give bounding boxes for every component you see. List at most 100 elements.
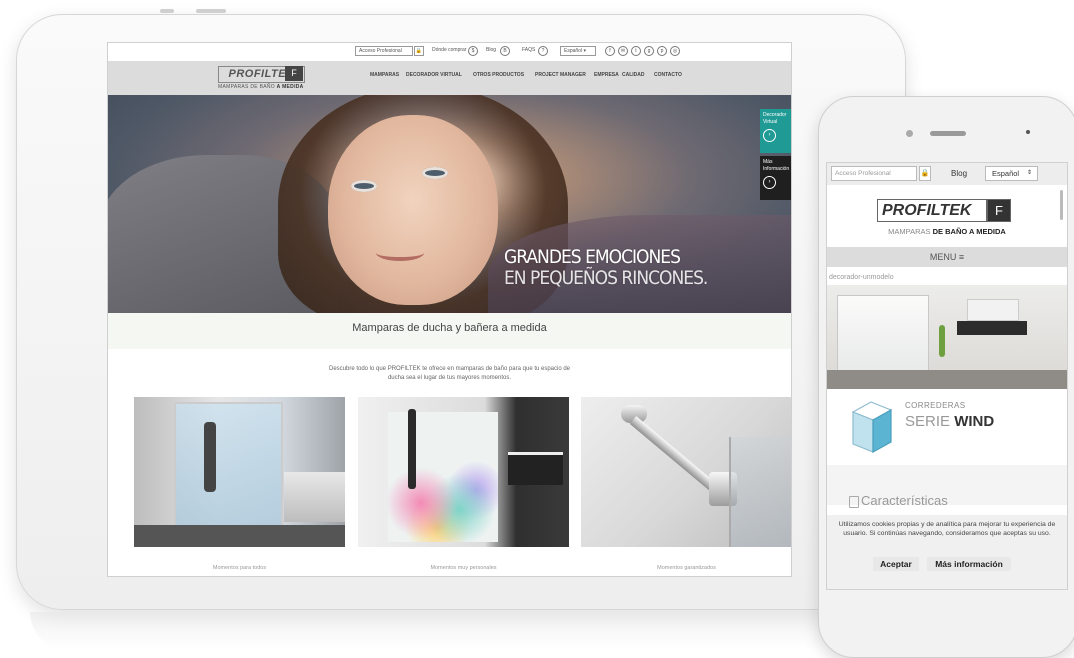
phone-bathroom-photo[interactable] — [827, 285, 1067, 389]
hero-girl-face — [328, 115, 498, 305]
phone-acceso-field[interactable]: Acceso Profesional — [831, 166, 917, 181]
vanity — [508, 452, 563, 485]
tablet-hw-button — [196, 9, 226, 13]
blog-link[interactable]: Blog — [486, 47, 496, 53]
vanity — [957, 321, 1027, 335]
nav-decorador-virtual[interactable]: DECORADOR VIRTUAL — [406, 72, 462, 78]
nav-calidad[interactable]: CALIDAD — [622, 72, 645, 78]
product-serie: SERIE — [905, 413, 951, 430]
caracteristicas-heading[interactable]: Características — [861, 493, 948, 508]
phone-camera — [906, 130, 913, 137]
lock-icon[interactable]: 🔒 — [919, 166, 931, 181]
tablet-topbar: Acceso Profesional 🔒 Dónde comprar $ Blo… — [108, 43, 791, 61]
phone-logo-subtitle: MAMPARAS DE BAÑO A MEDIDA — [827, 227, 1067, 236]
chevron-updown-icon: ⇕ — [1026, 170, 1032, 176]
caption-1: Momentos para todos — [212, 565, 267, 571]
floral-glass-panel — [388, 412, 498, 542]
hero-banner: GRANDES EMOCIONES EN PEQUEÑOS RINCONES. — [108, 95, 791, 313]
mas-informacion-button[interactable]: Más Información › — [760, 156, 791, 200]
decorador-label-1: Decorador — [763, 112, 787, 118]
product-model: WIND — [954, 413, 995, 430]
info-label-1: Más — [763, 159, 773, 165]
acceso-profesional-field[interactable]: Acceso Profesional — [355, 46, 413, 56]
intro-text: Descubre todo lo que PROFILTEK te ofrece… — [328, 366, 571, 381]
nav-empresa[interactable]: EMPRESA — [594, 72, 619, 78]
decorador-virtual-button[interactable]: Decorador Virtual › — [760, 109, 791, 153]
plant — [939, 325, 945, 357]
document-icon — [849, 496, 859, 508]
caption-2: Momentos muy personales — [430, 565, 497, 571]
logo-subtitle-a: MAMPARAS DE BAÑO — [218, 84, 275, 90]
hero-line-1: GRANDES EMOCIONES — [504, 246, 681, 268]
mail-icon[interactable]: ✉ — [618, 46, 628, 56]
product-photo-hinge-detail[interactable] — [581, 397, 791, 547]
product-photo-printed-glass[interactable] — [358, 397, 569, 547]
hero-eye — [351, 180, 377, 192]
shower-column — [408, 409, 416, 489]
nav-contacto[interactable]: CONTACTO — [654, 72, 682, 78]
cookie-text: Utilizamos cookies propias y de analític… — [838, 521, 1056, 537]
nav-otros-productos[interactable]: OTROS PRODUCTOS — [473, 72, 524, 78]
help-icon[interactable]: ? — [538, 46, 548, 56]
phone-blog-link[interactable]: Blog — [951, 169, 967, 178]
shower-column — [204, 422, 216, 492]
glass-panel — [729, 437, 791, 547]
logo-mark-icon: F — [987, 199, 1011, 222]
hero-headline: GRANDES EMOCIONES EN PEQUEÑOS RINCONES. — [504, 246, 708, 289]
info-label-2: Información — [763, 166, 790, 172]
cookie-accept-button[interactable]: Aceptar — [873, 557, 919, 571]
store-icon[interactable]: $ — [468, 46, 478, 56]
tablet-screen: Acceso Profesional 🔒 Dónde comprar $ Blo… — [107, 42, 792, 577]
phone-topbar: Acceso Profesional 🔒 Blog Español ⇕ — [827, 163, 1067, 185]
stairs-background — [284, 472, 345, 522]
tablet-reflection — [30, 612, 890, 650]
arrow-right-icon: › — [763, 176, 776, 189]
hero-eye — [422, 167, 448, 179]
arrow-right-icon: › — [763, 129, 776, 142]
tablet-hw-button — [160, 9, 174, 13]
facebook-icon[interactable]: f — [605, 46, 615, 56]
product-photo-shower-cabin[interactable] — [134, 397, 345, 547]
hero-smile — [376, 245, 424, 261]
phone-screen: Acceso Profesional 🔒 Blog Español ⇕ PROFI… — [826, 162, 1068, 590]
lock-icon[interactable]: 🔒 — [414, 46, 424, 56]
phone-category-label: decorador-unmodelo — [829, 274, 894, 281]
phone-sensor — [1026, 130, 1030, 134]
faqs-link[interactable]: FAQS — [522, 47, 535, 53]
caption-3: Momentos garantizados — [657, 565, 716, 571]
phone-language-select[interactable]: Español ⇕ — [985, 166, 1038, 181]
glass-cabin — [174, 402, 283, 541]
page-tagline: Mamparas de ducha y bañera a medida — [352, 322, 547, 334]
phone-scrollbar[interactable] — [1060, 190, 1063, 220]
phone-menu-button[interactable]: MENU ≡ — [827, 247, 1067, 267]
googleplus-icon[interactable]: g — [644, 46, 654, 56]
phone-language-value: Español — [992, 169, 1020, 178]
logo-subtitle: MAMPARAS DE BAÑO A MEDIDA — [218, 84, 304, 90]
phone-profiltek-logo[interactable]: PROFILTEK — [877, 199, 987, 222]
nav-mamparas[interactable]: MAMPARAS — [370, 72, 399, 78]
language-select[interactable]: Español ▾ — [560, 46, 596, 56]
phone-logo-text: PROFILTEK — [882, 202, 972, 219]
tablet-header: PROFILTEK F MAMPARAS DE BAÑO A MEDIDA MA… — [108, 61, 791, 95]
floor — [827, 370, 1067, 389]
support-bar — [629, 416, 721, 495]
shower-cabin-icon — [851, 401, 893, 454]
hero-line-2: EN PEQUEÑOS RINCONES. — [504, 267, 708, 289]
instagram-icon[interactable]: ◎ — [670, 46, 680, 56]
phone-logo-sub-a: MAMPARAS — [888, 227, 931, 236]
mirror — [967, 299, 1019, 321]
phone-logo-sub-b: DE BAÑO A MEDIDA — [932, 227, 1006, 236]
language-select-value: Español — [564, 48, 583, 54]
nav-project-manager[interactable]: PROJECT MANAGER — [535, 72, 586, 78]
donde-comprar-link[interactable]: Dónde comprar — [432, 47, 466, 53]
blog-icon[interactable]: B — [500, 46, 510, 56]
logo-mark-icon: F — [285, 66, 303, 81]
logo-subtitle-b: A MEDIDA — [276, 84, 304, 90]
cookie-more-info-button[interactable]: Más información — [927, 557, 1011, 571]
product-name: SERIE WIND — [905, 413, 994, 430]
floor — [134, 525, 345, 547]
decorador-label-2: Virtual — [763, 119, 778, 125]
pinterest-icon[interactable]: p — [657, 46, 667, 56]
phone-speaker — [930, 131, 966, 136]
twitter-icon[interactable]: t — [631, 46, 641, 56]
